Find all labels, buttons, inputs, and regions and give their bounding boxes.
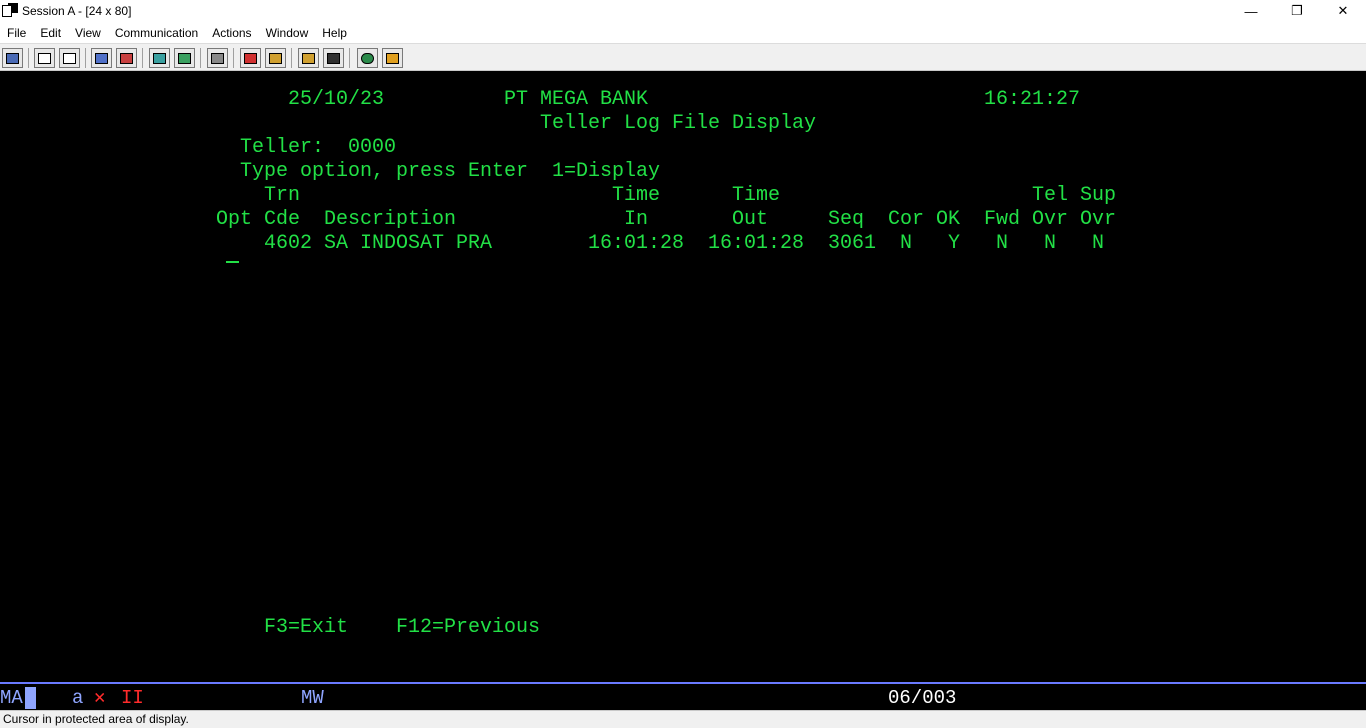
- oia-cursor-block: [25, 687, 36, 709]
- header-out: Out: [732, 208, 769, 231]
- menu-actions[interactable]: Actions: [205, 26, 258, 40]
- window-title: Session A - [24 x 80]: [22, 4, 132, 18]
- menu-view[interactable]: View: [68, 26, 108, 40]
- row-ok: Y: [948, 232, 961, 255]
- receive-file-icon[interactable]: [116, 48, 137, 68]
- row-time-in: 16:01:28: [588, 232, 685, 255]
- macro-stop-icon[interactable]: [240, 48, 261, 68]
- teller-label: Teller:: [240, 136, 325, 159]
- send-file-icon[interactable]: [91, 48, 112, 68]
- oia-system-available: a: [72, 687, 84, 709]
- header-description: Description: [324, 208, 457, 231]
- macro-record-icon[interactable]: [207, 48, 228, 68]
- header-fwd: Fwd: [984, 208, 1021, 231]
- row-tel-ovr: N: [1044, 232, 1057, 255]
- terminal-screen[interactable]: 25/10/23 PT MEGA BANK 16:21:27 Teller Lo…: [0, 71, 1366, 682]
- option-display: 1=Display: [552, 160, 661, 183]
- operator-info-area: MA a ✕ II MW 06/003: [0, 682, 1366, 710]
- menu-help[interactable]: Help: [315, 26, 354, 40]
- cursor-position: 06/003: [888, 687, 957, 709]
- display-keypad-icon[interactable]: [149, 48, 170, 68]
- help-icon[interactable]: [357, 48, 378, 68]
- oia-message-area: MA: [0, 687, 23, 709]
- row-time-out: 16:01:28: [708, 232, 805, 255]
- row-sup-ovr: N: [1092, 232, 1105, 255]
- header-in: In: [624, 208, 649, 231]
- close-button[interactable]: ✕: [1320, 0, 1366, 22]
- f12-previous-key[interactable]: F12=Previous: [396, 616, 540, 640]
- header-opt: Opt: [216, 208, 253, 231]
- teller-value: 0000: [348, 136, 397, 159]
- toolbar-separator: [200, 48, 201, 68]
- instruction-text: Type option, press Enter: [240, 160, 529, 183]
- menu-bar: File Edit View Communication Actions Win…: [0, 22, 1366, 43]
- option-input-field[interactable]: [226, 241, 240, 265]
- minimize-button[interactable]: —: [1228, 0, 1274, 22]
- macro-edit-icon[interactable]: [298, 48, 319, 68]
- session-app-icon[interactable]: [2, 3, 18, 19]
- f3-exit-key[interactable]: F3=Exit: [264, 616, 348, 640]
- row-fwd: N: [996, 232, 1009, 255]
- screen-time: 16:21:27: [984, 88, 1081, 111]
- header-ok: OK: [936, 208, 961, 231]
- connect-icon[interactable]: [323, 48, 344, 68]
- header-sup: Sup: [1080, 184, 1117, 207]
- header-time-out-top: Time: [732, 184, 781, 207]
- toolbar-separator: [142, 48, 143, 68]
- row-seq: 3061: [828, 232, 877, 255]
- toolbar-separator: [28, 48, 29, 68]
- restore-button[interactable]: ❐: [1274, 0, 1320, 22]
- status-bar: Cursor in protected area of display.: [0, 710, 1366, 728]
- oia-message-waiting: MW: [301, 687, 324, 709]
- header-cde: Cde: [264, 208, 301, 231]
- menu-edit[interactable]: Edit: [33, 26, 68, 40]
- toolbar-separator: [349, 48, 350, 68]
- header-trn: Trn: [264, 184, 301, 207]
- oia-input-inhibited-icon: ✕: [94, 687, 106, 709]
- row-cor: N: [900, 232, 913, 255]
- header-tel-ovr: Ovr: [1032, 208, 1069, 231]
- copy-icon[interactable]: [34, 48, 55, 68]
- toolbar: [0, 43, 1366, 71]
- print-screen-icon[interactable]: [2, 48, 23, 68]
- row-description: SA INDOSAT PRA: [324, 232, 493, 255]
- settings-icon[interactable]: [382, 48, 403, 68]
- oia-inhibit-indicator: II: [121, 687, 144, 709]
- header-cor: Cor: [888, 208, 925, 231]
- title-bar: Session A - [24 x 80] — ❐ ✕: [0, 0, 1366, 22]
- bank-name: PT MEGA BANK: [504, 88, 649, 111]
- row-trn-code: 4602: [264, 232, 313, 255]
- macro-play-icon[interactable]: [265, 48, 286, 68]
- toolbar-separator: [85, 48, 86, 68]
- header-sup-ovr: Ovr: [1080, 208, 1117, 231]
- menu-window[interactable]: Window: [259, 26, 316, 40]
- screen-title: Teller Log File Display: [540, 112, 817, 135]
- menu-communication[interactable]: Communication: [108, 26, 205, 40]
- menu-file[interactable]: File: [0, 26, 33, 40]
- paste-icon[interactable]: [59, 48, 80, 68]
- header-seq: Seq: [828, 208, 865, 231]
- keyboard-map-icon[interactable]: [174, 48, 195, 68]
- toolbar-separator: [233, 48, 234, 68]
- header-tel: Tel: [1032, 184, 1069, 207]
- toolbar-separator: [291, 48, 292, 68]
- header-time-in-top: Time: [612, 184, 661, 207]
- screen-date: 25/10/23: [288, 88, 385, 111]
